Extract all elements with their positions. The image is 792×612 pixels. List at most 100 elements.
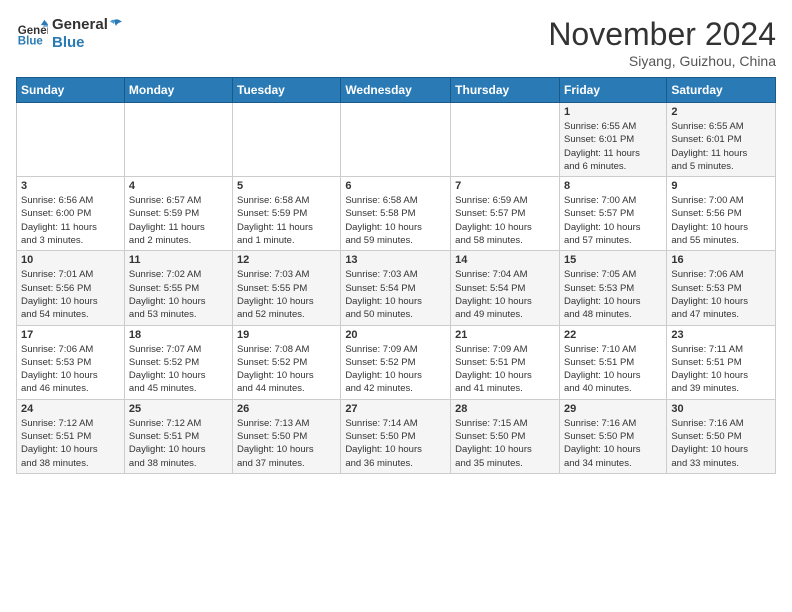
weekday-header-monday: Monday	[124, 78, 232, 103]
calendar-cell: 11 Sunrise: 7:02 AM Sunset: 5:55 PM Dayli…	[124, 251, 232, 325]
day-number: 18	[129, 329, 228, 341]
calendar-cell: 29 Sunrise: 7:16 AM Sunset: 5:50 PM Dayli…	[559, 399, 666, 473]
day-info: Sunrise: 7:07 AM Sunset: 5:52 PM Dayligh…	[129, 343, 228, 396]
day-info: Sunrise: 7:11 AM Sunset: 5:51 PM Dayligh…	[671, 343, 771, 396]
day-number: 27	[345, 403, 446, 415]
day-number: 9	[671, 180, 771, 192]
day-number: 24	[21, 403, 120, 415]
day-info: Sunrise: 7:16 AM Sunset: 5:50 PM Dayligh…	[671, 417, 771, 470]
calendar-cell: 17 Sunrise: 7:06 AM Sunset: 5:53 PM Dayli…	[17, 325, 125, 399]
logo-text-blue: Blue	[52, 34, 108, 52]
day-number: 4	[129, 180, 228, 192]
calendar-cell	[124, 103, 232, 177]
calendar-cell: 6 Sunrise: 6:58 AM Sunset: 5:58 PM Daylig…	[341, 177, 451, 251]
day-number: 19	[237, 329, 336, 341]
day-number: 20	[345, 329, 446, 341]
day-number: 7	[455, 180, 555, 192]
day-info: Sunrise: 7:14 AM Sunset: 5:50 PM Dayligh…	[345, 417, 446, 470]
day-info: Sunrise: 7:00 AM Sunset: 5:56 PM Dayligh…	[671, 194, 771, 247]
day-info: Sunrise: 7:01 AM Sunset: 5:56 PM Dayligh…	[21, 268, 120, 321]
day-info: Sunrise: 7:09 AM Sunset: 5:52 PM Dayligh…	[345, 343, 446, 396]
calendar-cell: 4 Sunrise: 6:57 AM Sunset: 5:59 PM Daylig…	[124, 177, 232, 251]
day-number: 28	[455, 403, 555, 415]
calendar-cell: 3 Sunrise: 6:56 AM Sunset: 6:00 PM Daylig…	[17, 177, 125, 251]
week-row-3: 10 Sunrise: 7:01 AM Sunset: 5:56 PM Dayli…	[17, 251, 776, 325]
day-info: Sunrise: 7:10 AM Sunset: 5:51 PM Dayligh…	[564, 343, 662, 396]
day-number: 6	[345, 180, 446, 192]
day-info: Sunrise: 7:06 AM Sunset: 5:53 PM Dayligh…	[671, 268, 771, 321]
day-info: Sunrise: 6:57 AM Sunset: 5:59 PM Dayligh…	[129, 194, 228, 247]
day-info: Sunrise: 7:03 AM Sunset: 5:54 PM Dayligh…	[345, 268, 446, 321]
calendar-cell: 16 Sunrise: 7:06 AM Sunset: 5:53 PM Dayli…	[667, 251, 776, 325]
page: General Blue General Blue November 2024 …	[0, 0, 792, 490]
calendar-cell: 23 Sunrise: 7:11 AM Sunset: 5:51 PM Dayli…	[667, 325, 776, 399]
calendar-cell: 19 Sunrise: 7:08 AM Sunset: 5:52 PM Dayli…	[233, 325, 341, 399]
calendar-cell: 1Sunrise: 6:55 AM Sunset: 6:01 PM Daylig…	[559, 103, 666, 177]
day-number: 11	[129, 254, 228, 266]
day-number: 10	[21, 254, 120, 266]
day-info: Sunrise: 7:03 AM Sunset: 5:55 PM Dayligh…	[237, 268, 336, 321]
calendar-cell: 12 Sunrise: 7:03 AM Sunset: 5:55 PM Dayli…	[233, 251, 341, 325]
calendar-cell: 20 Sunrise: 7:09 AM Sunset: 5:52 PM Dayli…	[341, 325, 451, 399]
calendar-cell: 27 Sunrise: 7:14 AM Sunset: 5:50 PM Dayli…	[341, 399, 451, 473]
day-info: Sunrise: 7:05 AM Sunset: 5:53 PM Dayligh…	[564, 268, 662, 321]
logo-bird-icon	[104, 18, 124, 42]
day-number: 3	[21, 180, 120, 192]
day-number: 29	[564, 403, 662, 415]
day-info: Sunrise: 7:06 AM Sunset: 5:53 PM Dayligh…	[21, 343, 120, 396]
weekday-header-saturday: Saturday	[667, 78, 776, 103]
logo: General Blue General Blue	[16, 16, 124, 52]
calendar-cell: 26Sunrise: 7:13 AM Sunset: 5:50 PM Dayli…	[233, 399, 341, 473]
day-info: Sunrise: 6:55 AM Sunset: 6:01 PM Dayligh…	[671, 120, 771, 173]
day-number: 12	[237, 254, 336, 266]
weekday-header-wednesday: Wednesday	[341, 78, 451, 103]
day-number: 21	[455, 329, 555, 341]
weekday-header-sunday: Sunday	[17, 78, 125, 103]
day-info: Sunrise: 7:04 AM Sunset: 5:54 PM Dayligh…	[455, 268, 555, 321]
calendar-cell: 21Sunrise: 7:09 AM Sunset: 5:51 PM Dayli…	[451, 325, 560, 399]
calendar-cell: 9 Sunrise: 7:00 AM Sunset: 5:56 PM Daylig…	[667, 177, 776, 251]
day-info: Sunrise: 6:58 AM Sunset: 5:58 PM Dayligh…	[345, 194, 446, 247]
location: Siyang, Guizhou, China	[548, 53, 776, 69]
day-number: 26	[237, 403, 336, 415]
week-row-2: 3 Sunrise: 6:56 AM Sunset: 6:00 PM Daylig…	[17, 177, 776, 251]
calendar-cell: 5Sunrise: 6:58 AM Sunset: 5:59 PM Daylig…	[233, 177, 341, 251]
day-info: Sunrise: 6:55 AM Sunset: 6:01 PM Dayligh…	[564, 120, 662, 173]
day-number: 23	[671, 329, 771, 341]
title-block: November 2024 Siyang, Guizhou, China	[548, 16, 776, 69]
day-number: 17	[21, 329, 120, 341]
day-number: 8	[564, 180, 662, 192]
logo-icon: General Blue	[16, 18, 48, 50]
day-number: 25	[129, 403, 228, 415]
day-number: 16	[671, 254, 771, 266]
day-number: 22	[564, 329, 662, 341]
week-row-5: 24 Sunrise: 7:12 AM Sunset: 5:51 PM Dayli…	[17, 399, 776, 473]
calendar-table: SundayMondayTuesdayWednesdayThursdayFrid…	[16, 77, 776, 474]
day-info: Sunrise: 7:16 AM Sunset: 5:50 PM Dayligh…	[564, 417, 662, 470]
week-row-1: 1Sunrise: 6:55 AM Sunset: 6:01 PM Daylig…	[17, 103, 776, 177]
day-info: Sunrise: 7:12 AM Sunset: 5:51 PM Dayligh…	[21, 417, 120, 470]
calendar-cell: 28 Sunrise: 7:15 AM Sunset: 5:50 PM Dayli…	[451, 399, 560, 473]
logo-text-general: General	[52, 16, 108, 34]
calendar-cell: 10 Sunrise: 7:01 AM Sunset: 5:56 PM Dayli…	[17, 251, 125, 325]
calendar-cell: 25Sunrise: 7:12 AM Sunset: 5:51 PM Dayli…	[124, 399, 232, 473]
calendar-cell: 7 Sunrise: 6:59 AM Sunset: 5:57 PM Daylig…	[451, 177, 560, 251]
calendar-cell	[17, 103, 125, 177]
header: General Blue General Blue November 2024 …	[16, 16, 776, 69]
calendar-cell: 8 Sunrise: 7:00 AM Sunset: 5:57 PM Daylig…	[559, 177, 666, 251]
calendar-cell: 30Sunrise: 7:16 AM Sunset: 5:50 PM Dayli…	[667, 399, 776, 473]
day-info: Sunrise: 6:59 AM Sunset: 5:57 PM Dayligh…	[455, 194, 555, 247]
day-info: Sunrise: 6:56 AM Sunset: 6:00 PM Dayligh…	[21, 194, 120, 247]
weekday-header-thursday: Thursday	[451, 78, 560, 103]
day-info: Sunrise: 7:00 AM Sunset: 5:57 PM Dayligh…	[564, 194, 662, 247]
weekday-header-row: SundayMondayTuesdayWednesdayThursdayFrid…	[17, 78, 776, 103]
weekday-header-tuesday: Tuesday	[233, 78, 341, 103]
calendar-cell	[233, 103, 341, 177]
calendar-cell: 22 Sunrise: 7:10 AM Sunset: 5:51 PM Dayli…	[559, 325, 666, 399]
day-info: Sunrise: 7:08 AM Sunset: 5:52 PM Dayligh…	[237, 343, 336, 396]
day-info: Sunrise: 7:02 AM Sunset: 5:55 PM Dayligh…	[129, 268, 228, 321]
calendar-cell: 24 Sunrise: 7:12 AM Sunset: 5:51 PM Dayli…	[17, 399, 125, 473]
day-info: Sunrise: 7:15 AM Sunset: 5:50 PM Dayligh…	[455, 417, 555, 470]
svg-text:Blue: Blue	[18, 36, 44, 48]
calendar-cell: 18 Sunrise: 7:07 AM Sunset: 5:52 PM Dayli…	[124, 325, 232, 399]
